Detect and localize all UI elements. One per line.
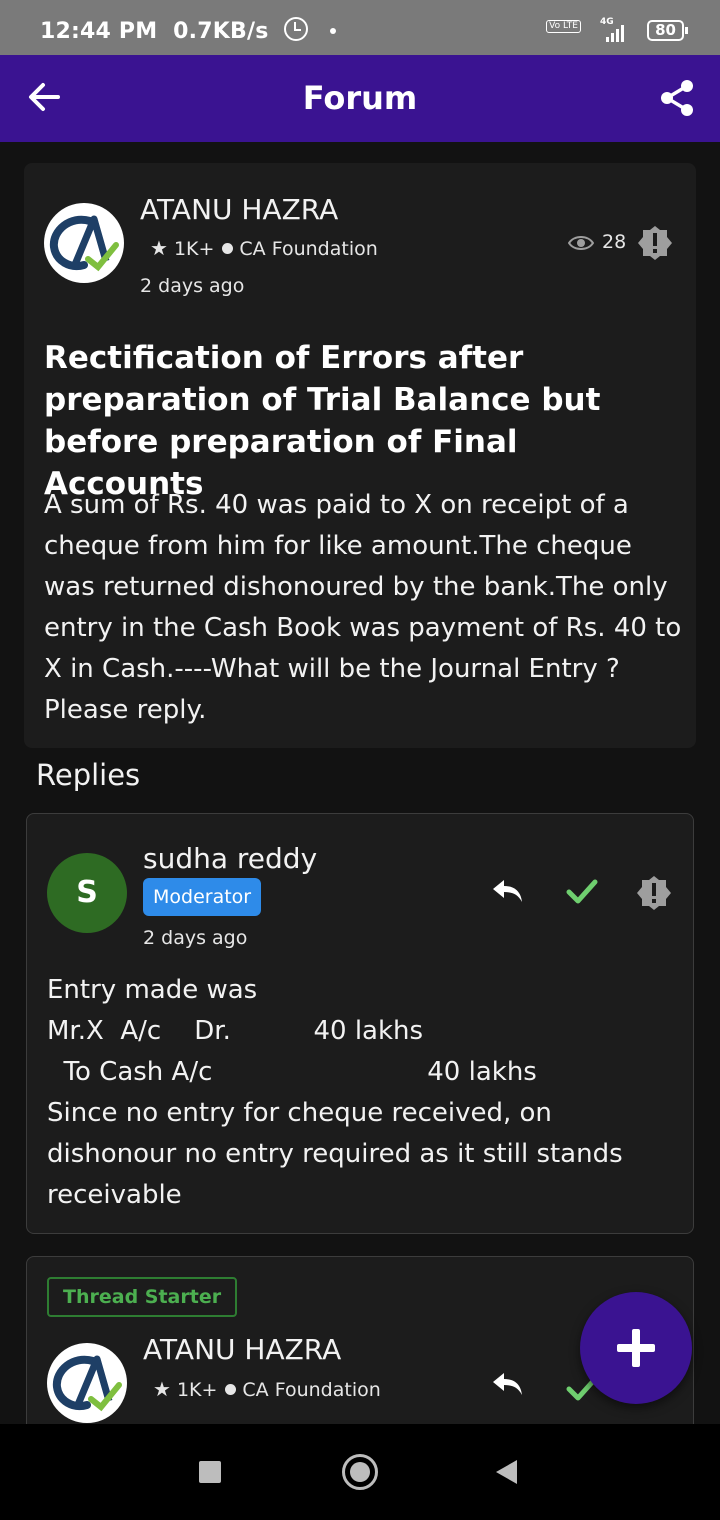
dot-separator (222, 243, 234, 254)
eye-icon (568, 236, 594, 250)
post-meta: ★ 1K+ CA Foundation (150, 236, 378, 260)
reply-author[interactable]: ATANU HAZRA (143, 1333, 341, 1366)
author-course: CA Foundation (242, 1379, 381, 1401)
post-card: ATANU HAZRA ★ 1K+ CA Foundation 2 days ago… (24, 163, 696, 748)
moderator-badge: Moderator (143, 878, 262, 916)
view-count: 28 (568, 231, 626, 253)
volte-icon: Vo LTE (546, 20, 581, 33)
signal-icon: 4G (596, 17, 630, 42)
avatar (44, 203, 124, 283)
status-bar: 12:44 PM 0.7KB/s Vo LTE 4G 80 (0, 0, 720, 55)
back-icon[interactable] (496, 1460, 517, 1484)
reply-author[interactable]: sudha reddy (143, 842, 317, 875)
reply-body: Entry made was Mr.X A/c Dr. 40 lakhs To … (47, 975, 623, 1210)
thread-starter-badge: Thread Starter (47, 1277, 238, 1317)
ca-logo-icon (52, 1355, 122, 1412)
status-right: Vo LTE 4G 80 (546, 17, 688, 46)
post-body: A sum of Rs. 40 was paid to X on receipt… (44, 490, 682, 725)
reply-card: S sudha reddy Moderator 2 days ago Entry… (26, 813, 694, 1234)
author-points: 1K+ (176, 1379, 218, 1401)
replies-heading: Replies (36, 758, 141, 792)
view-count-value: 28 (602, 231, 627, 253)
home-icon[interactable] (342, 1454, 378, 1490)
app-bar: Forum (0, 55, 720, 142)
avatar (47, 1343, 127, 1423)
status-left: 12:44 PM 0.7KB/s (40, 17, 337, 44)
author-course: CA Foundation (239, 238, 378, 260)
dot-separator (225, 1384, 237, 1395)
alarm-icon (284, 17, 309, 41)
check-icon[interactable] (564, 874, 600, 910)
recents-icon[interactable] (199, 1461, 221, 1483)
reply-icon[interactable] (490, 874, 526, 910)
avatar: S (47, 853, 127, 933)
report-icon[interactable] (637, 225, 673, 261)
share-icon[interactable] (656, 77, 698, 119)
post-time: 2 days ago (140, 275, 245, 297)
battery-icon: 80 (647, 20, 688, 41)
author-points: 1K+ (173, 238, 215, 260)
reply-time: 2 days ago (143, 927, 248, 949)
reply-meta: ★ 1K+ CA Foundation (153, 1377, 381, 1401)
notification-dot-icon (330, 28, 337, 34)
status-speed: 0.7KB/s (173, 19, 269, 44)
star-icon: ★ (150, 236, 168, 260)
ca-logo-icon (49, 215, 119, 272)
star-icon: ★ (153, 1377, 171, 1401)
post-title: Rectification of Errors after preparatio… (44, 340, 601, 502)
add-reply-button[interactable] (580, 1292, 692, 1404)
post-author[interactable]: ATANU HAZRA (140, 193, 338, 226)
page-title: Forum (302, 79, 418, 117)
system-nav-bar (0, 1424, 720, 1520)
status-time: 12:44 PM (40, 19, 158, 44)
reply-icon[interactable] (490, 1367, 526, 1403)
report-icon[interactable] (636, 875, 672, 911)
